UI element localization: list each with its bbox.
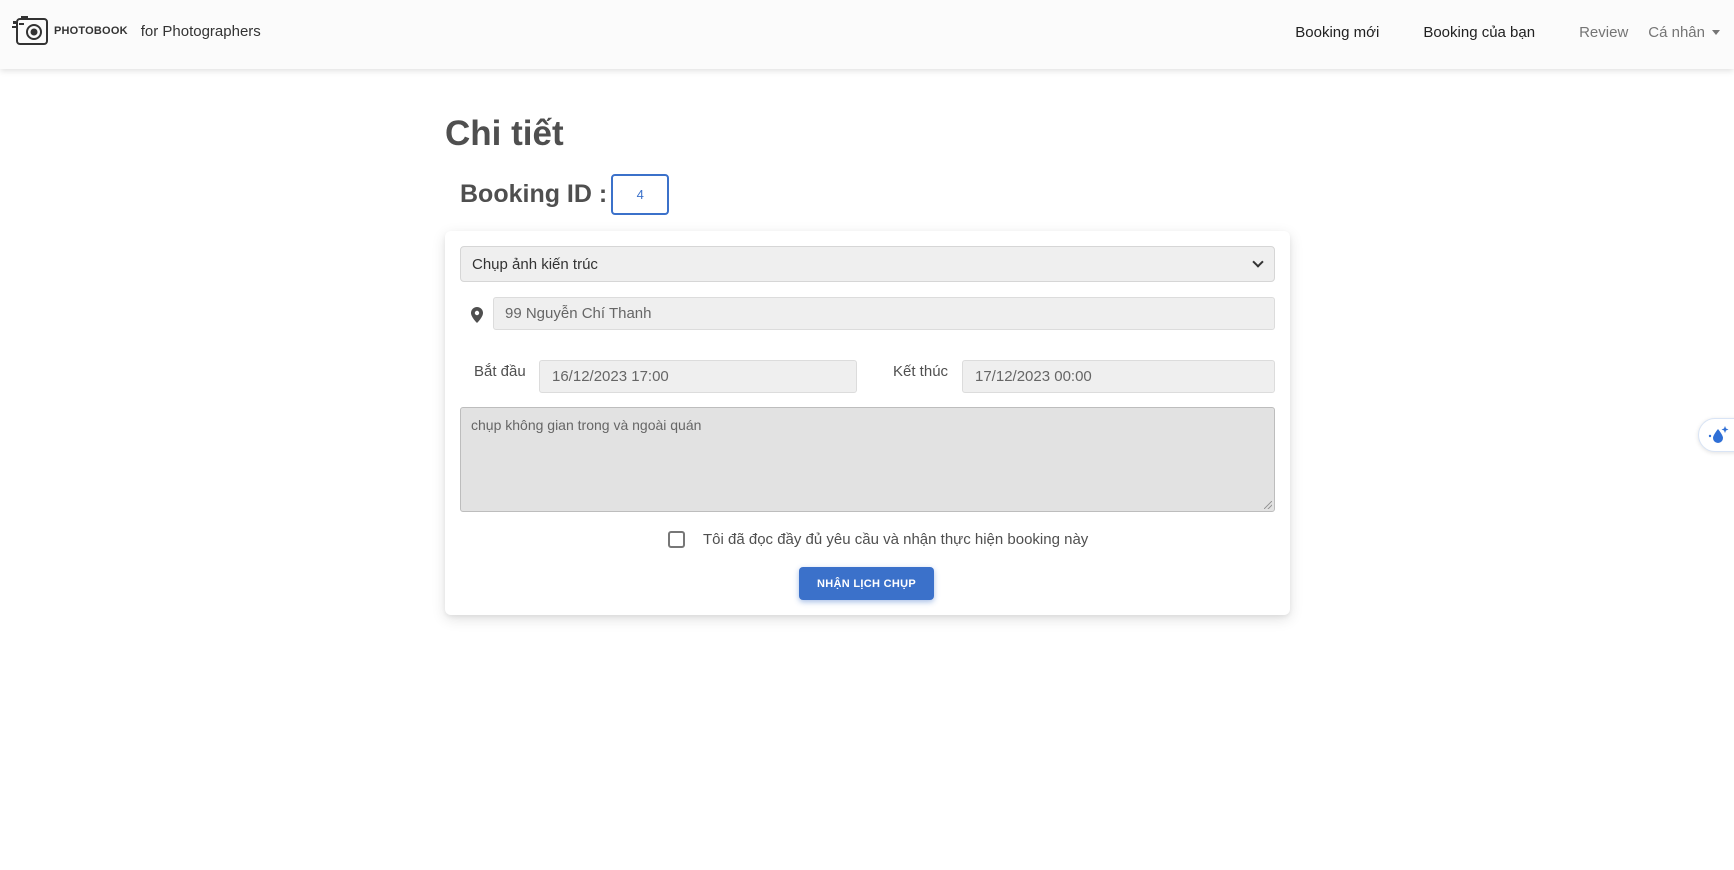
end-time-field[interactable]: 17/12/2023 00:00: [962, 360, 1275, 393]
map-pin-icon: [471, 307, 483, 323]
chevron-down-icon: [1252, 256, 1264, 268]
address-field[interactable]: 99 Nguyễn Chí Thanh: [493, 297, 1275, 330]
nav-links: Booking mới Booking của bạn Review Cá nh…: [1295, 24, 1734, 41]
start-time-label: Bắt đầu: [474, 363, 526, 380]
floating-widget[interactable]: [1698, 418, 1734, 452]
address-value: 99 Nguyễn Chí Thanh: [505, 305, 652, 322]
nav-link-your-bookings[interactable]: Booking của bạn: [1423, 24, 1535, 41]
camera-icon: [12, 16, 50, 46]
agree-label: Tôi đã đọc đầy đủ yêu cầu và nhận thực h…: [703, 531, 1089, 548]
logo-text: PHOTOBOOK: [54, 25, 128, 37]
caret-down-icon: [1712, 30, 1720, 35]
navbar: PHOTOBOOK for Photographers Booking mới …: [0, 0, 1734, 69]
nav-dropdown-personal[interactable]: Cá nhân: [1648, 24, 1720, 41]
booking-id-value: 4: [611, 174, 670, 215]
booking-id-row: Booking ID : 4: [460, 174, 670, 215]
service-type-select[interactable]: Chụp ảnh kiến trúc: [460, 246, 1275, 282]
nav-dropdown-personal-label: Cá nhân: [1648, 24, 1705, 41]
page-title: Chi tiết: [445, 114, 564, 153]
agree-checkbox[interactable]: [668, 531, 685, 548]
note-textarea[interactable]: chụp không gian trong và ngoài quán: [460, 407, 1275, 512]
nav-link-new-booking[interactable]: Booking mới: [1295, 24, 1379, 41]
start-time-value: 16/12/2023 17:00: [552, 368, 669, 385]
brand-subtitle: for Photographers: [140, 22, 261, 40]
service-type-value: Chụp ảnh kiến trúc: [472, 255, 598, 273]
accept-booking-button[interactable]: Nhận lịch chụp: [799, 567, 934, 600]
nav-link-review[interactable]: Review: [1579, 24, 1628, 41]
note-value: chụp không gian trong và ngoài quán: [471, 417, 702, 433]
brand[interactable]: PHOTOBOOK for Photographers: [12, 16, 261, 46]
end-time-label: Kết thúc: [893, 363, 949, 380]
agree-row: Tôi đã đọc đầy đủ yêu cầu và nhận thực h…: [668, 531, 1088, 548]
booking-detail-card: Chụp ảnh kiến trúc 99 Nguyễn Chí Thanh B…: [445, 231, 1290, 615]
start-time-field[interactable]: 16/12/2023 17:00: [539, 360, 857, 393]
resize-handle-icon[interactable]: [1264, 501, 1272, 509]
end-time-value: 17/12/2023 00:00: [975, 368, 1092, 385]
booking-id-label: Booking ID :: [460, 180, 608, 208]
